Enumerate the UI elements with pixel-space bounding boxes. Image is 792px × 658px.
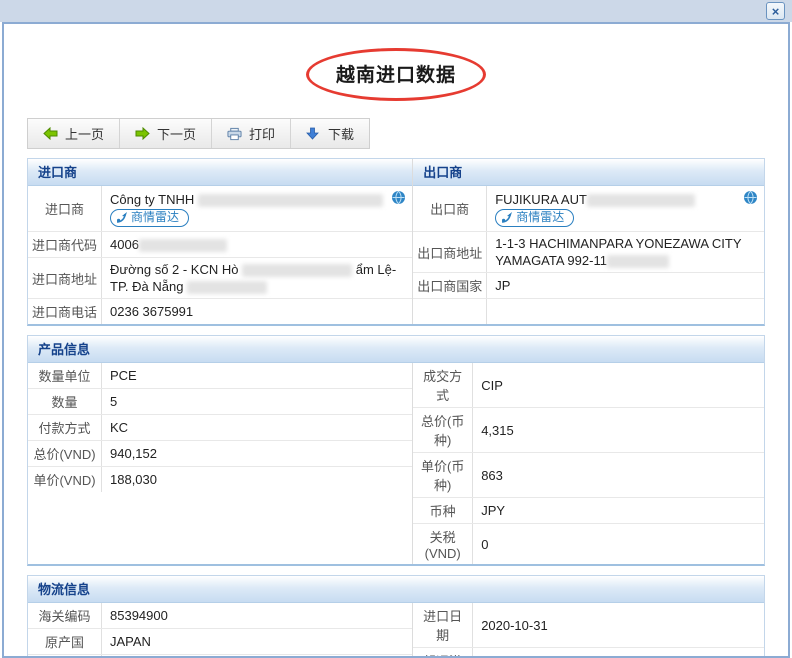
prev-page-label: 上一页: [65, 124, 104, 143]
table-row: 出口商国家 JP: [413, 273, 764, 299]
exporter-section-header: 出口商: [413, 159, 764, 186]
section-trader-info: 进口商 进口商 Công ty TNHH 商情雷达: [27, 158, 765, 326]
table-row: 进口日期2020-10-31: [413, 603, 764, 648]
print-button[interactable]: 打印: [212, 119, 291, 148]
radar-icon: [501, 211, 513, 223]
dialog-panel: 越南进口数据 上一页 下一页 打印 下载: [2, 22, 790, 658]
redacted-text: [587, 194, 695, 207]
table-row: 数量5: [28, 389, 412, 415]
importer-name-label: 进口商: [28, 186, 102, 231]
prev-page-button[interactable]: 上一页: [28, 119, 120, 148]
importer-address-label: 进口商地址: [28, 258, 102, 298]
next-page-button[interactable]: 下一页: [120, 119, 212, 148]
download-button[interactable]: 下载: [291, 119, 369, 148]
logistics-section-header: 物流信息: [28, 576, 764, 603]
table-row: 单价(币种)863: [413, 453, 764, 498]
print-label: 打印: [249, 124, 275, 143]
table-row: 出口商地址 1-1-3 HACHIMANPARA YONEZAWA CITY Y…: [413, 232, 764, 273]
redacted-text: [139, 239, 227, 252]
business-radar-badge[interactable]: 商情雷达: [495, 209, 574, 227]
importer-name-value: Công ty TNHH 商情雷达: [102, 186, 412, 231]
product-section-header: 产品信息: [28, 336, 764, 363]
cell-value: PCE: [102, 363, 412, 388]
cell-value: KC: [102, 415, 412, 440]
next-page-label: 下一页: [157, 124, 196, 143]
download-arrow-icon: [306, 127, 321, 140]
download-label: 下载: [328, 124, 354, 143]
arrow-right-icon: [135, 127, 150, 140]
cell-value: 4,315: [473, 408, 764, 452]
radar-icon: [116, 211, 128, 223]
cell-value: JPY: [473, 498, 764, 523]
cell-value: 188,030: [102, 467, 412, 492]
table-row: 总价(币种)4,315: [413, 408, 764, 453]
exporter-name-label: 出口商: [413, 186, 487, 231]
table-row: 进口商 Công ty TNHH 商情雷达: [28, 186, 412, 232]
importer-section-header: 进口商: [28, 159, 412, 186]
redacted-text: [242, 264, 352, 277]
title-area: 越南进口数据: [27, 48, 765, 102]
close-icon[interactable]: ×: [766, 2, 785, 20]
page-title: 越南进口数据: [306, 48, 486, 101]
table-row: 关税(VND)0: [413, 524, 764, 564]
table-row: 海关编码85394900: [28, 603, 412, 629]
arrow-left-icon: [43, 127, 58, 140]
redacted-text: [607, 255, 669, 268]
table-row: 付款方式KC: [28, 415, 412, 441]
cell-value: 85394900: [102, 603, 412, 628]
table-row: 数量单位PCE: [28, 363, 412, 389]
table-row: 进口商电话 0236 3675991: [28, 299, 412, 324]
cell-value: CIP: [473, 363, 764, 407]
exporter-country-value: JP: [487, 273, 764, 298]
table-row: 单价(VND)188,030: [28, 467, 412, 492]
exporter-address-value: 1-1-3 HACHIMANPARA YONEZAWA CITY YAMAGAT…: [487, 232, 764, 272]
importer-address-value: Đường số 2 - KCN Hò ẩm Lệ- TP. Đà Nẵng: [102, 258, 412, 298]
dialog-titlebar: ×: [0, 0, 792, 22]
importer-phone-value: 0236 3675991: [102, 299, 412, 324]
table-row: 起运港FUKUSHIMA APT - FUKU: [413, 648, 764, 658]
redacted-text: [198, 194, 383, 207]
cell-value: JAPAN: [102, 629, 412, 654]
globe-icon[interactable]: [743, 190, 758, 205]
cell-value: 2020-10-31: [473, 603, 764, 647]
cell-value: 0: [473, 524, 764, 564]
table-row: 进口商地址 Đường số 2 - KCN Hò ẩm Lệ- TP. Đà …: [28, 258, 412, 299]
section-logistics-info: 物流信息 海关编码85394900 原产国JAPAN 贸易国JP 运输方式 物流…: [27, 575, 765, 658]
importer-phone-label: 进口商电话: [28, 299, 102, 324]
cell-value: 863: [473, 453, 764, 497]
cell-value: 5: [102, 389, 412, 414]
importer-code-label: 进口商代码: [28, 232, 102, 257]
exporter-address-label: 出口商地址: [413, 232, 487, 272]
exporter-country-label: 出口商国家: [413, 273, 487, 298]
table-row: 进口商代码 4006: [28, 232, 412, 258]
table-row: 成交方式CIP: [413, 363, 764, 408]
empty-row: [413, 299, 764, 324]
exporter-name-value: FUJIKURA AUT 商情雷达: [487, 186, 764, 231]
section-product-info: 产品信息 数量单位PCE 数量5 付款方式KC 总价(VND)940,152 单…: [27, 335, 765, 566]
table-row: 总价(VND)940,152: [28, 441, 412, 467]
printer-icon: [227, 127, 242, 140]
redacted-text: [187, 281, 267, 294]
table-row: 原产国JAPAN: [28, 629, 412, 655]
importer-code-value: 4006: [102, 232, 412, 257]
business-radar-badge[interactable]: 商情雷达: [110, 209, 189, 227]
globe-icon[interactable]: [391, 190, 406, 205]
cell-value: FUKUSHIMA APT - FUKU: [473, 648, 764, 658]
cell-value: 940,152: [102, 441, 412, 466]
table-row: 币种JPY: [413, 498, 764, 524]
toolbar: 上一页 下一页 打印 下载: [27, 118, 370, 149]
table-row: 出口商 FUJIKURA AUT 商情雷达: [413, 186, 764, 232]
